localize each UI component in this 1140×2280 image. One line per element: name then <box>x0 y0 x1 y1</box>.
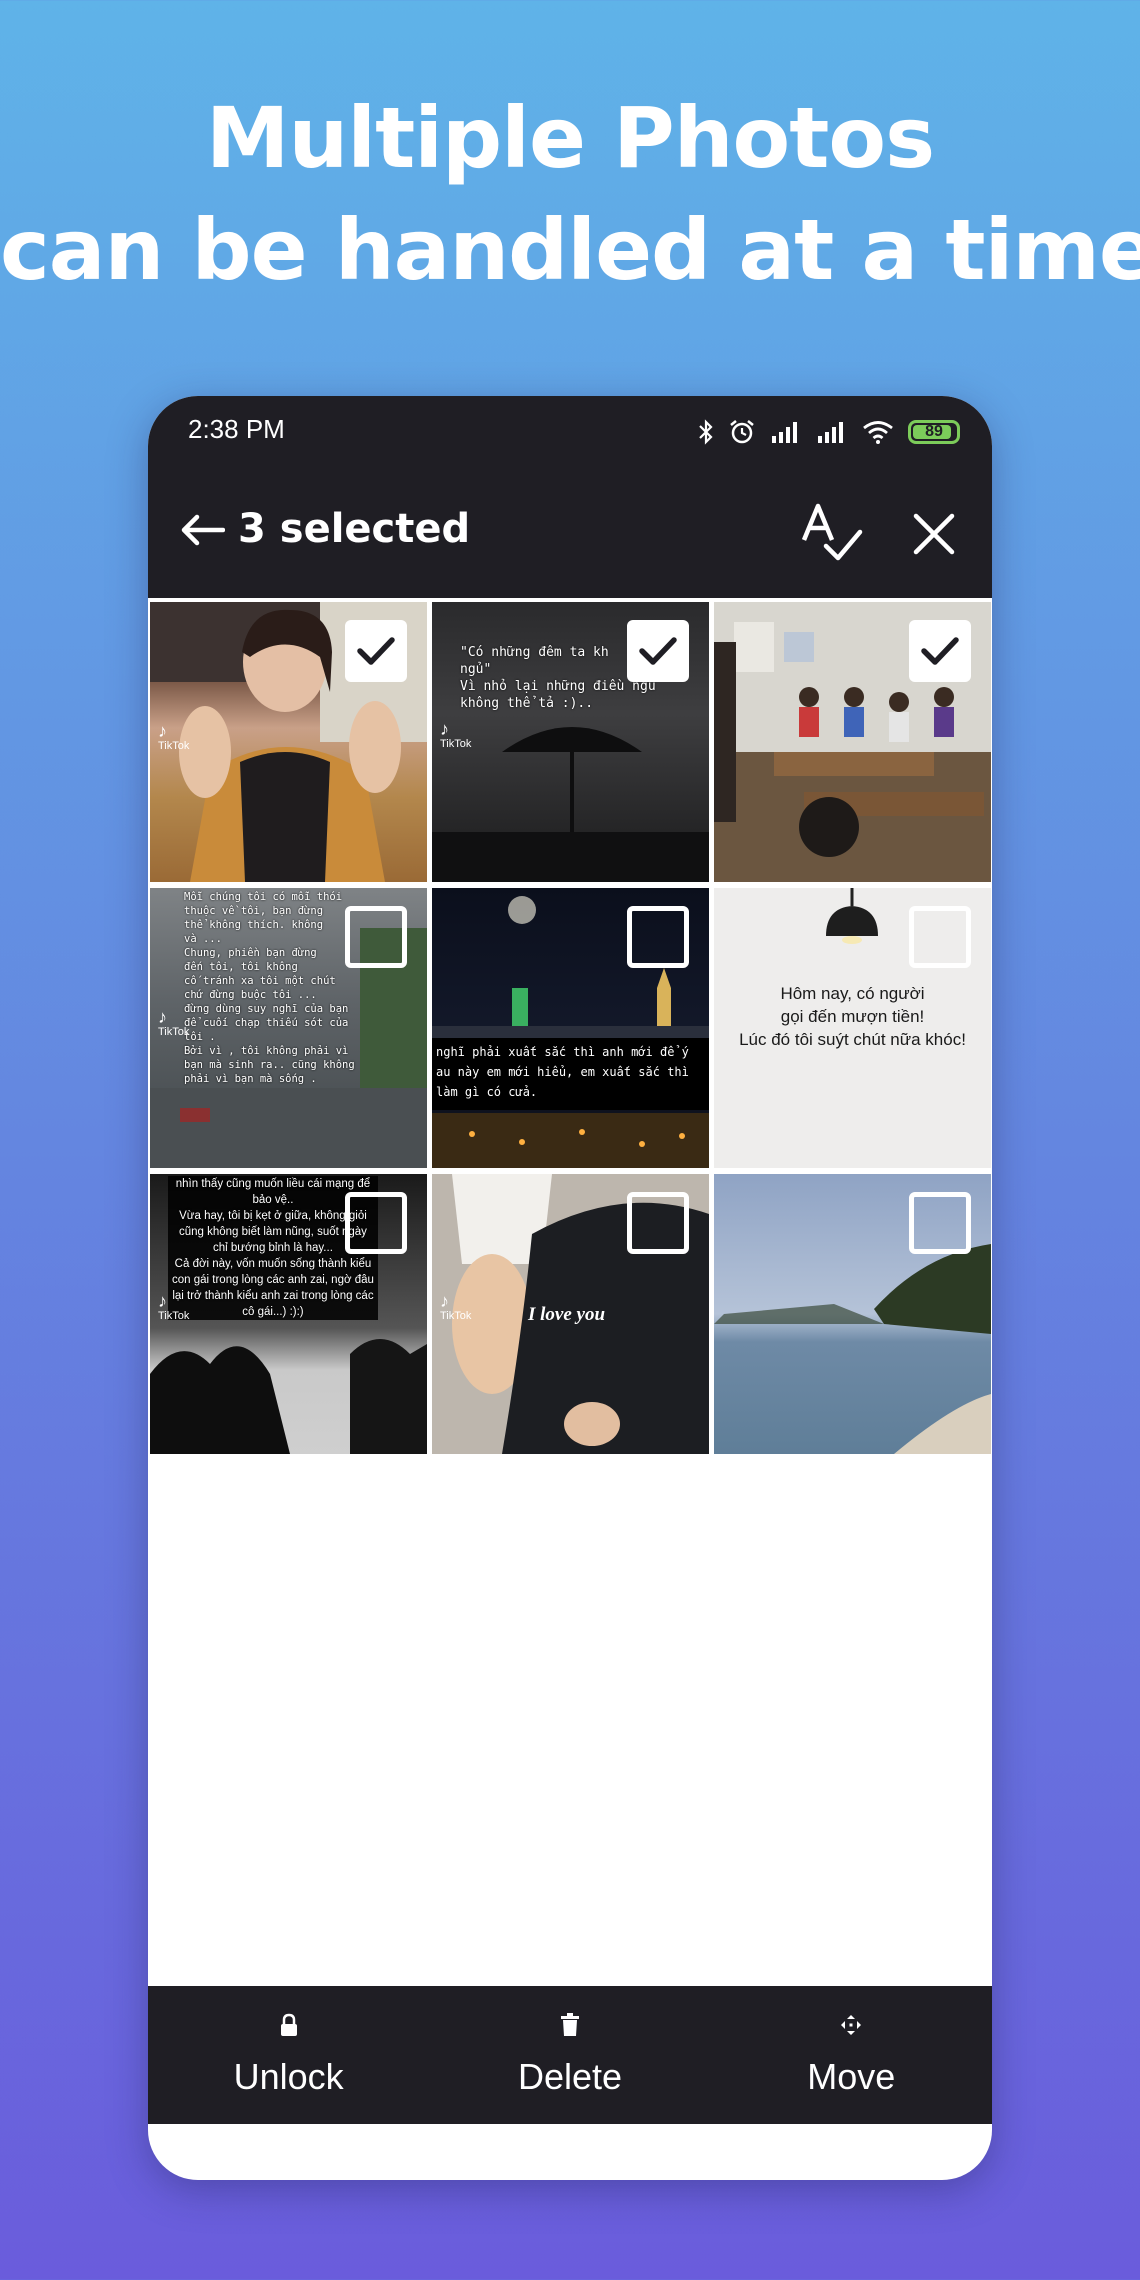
photo-checkbox[interactable] <box>627 906 689 968</box>
tiktok-watermark: ♪ TikTok <box>158 1007 190 1038</box>
back-button[interactable] <box>176 504 228 556</box>
back-arrow-icon <box>181 514 225 546</box>
photo-caption: I love you <box>528 1304 606 1325</box>
tiktok-watermark: ♪ TikTok <box>158 1291 190 1322</box>
alarm-icon <box>730 420 754 444</box>
select-all-button[interactable] <box>796 498 866 568</box>
photo-checkbox[interactable] <box>345 620 407 682</box>
photo-checkbox[interactable] <box>627 1192 689 1254</box>
status-time: 2:38 PM <box>188 414 285 444</box>
move-label: Move <box>807 2056 896 2097</box>
photo-tile[interactable]: Hôm nay, có người gọi đến mượn tiền! Lúc… <box>714 888 991 1168</box>
photo-tile[interactable]: I love you ♪ TikTok <box>432 1174 709 1454</box>
photo-checkbox[interactable] <box>909 1192 971 1254</box>
photo-checkbox[interactable] <box>345 906 407 968</box>
photo-tile[interactable]: nhìn thấy cũng muốn liều cái mạng để bảo… <box>150 1174 427 1454</box>
unlock-button[interactable]: Unlock <box>148 1986 429 2124</box>
tiktok-watermark: ♪ TikTok <box>440 719 472 750</box>
delete-button[interactable]: Delete <box>429 1986 710 2124</box>
photo-tile[interactable]: Mỗi chúng tôi có mỗi thói thuộc về tôi, … <box>150 888 427 1168</box>
tiktok-icon: ♪ <box>440 1291 449 1311</box>
tiktok-icon: ♪ <box>158 1007 167 1027</box>
checkmark-icon <box>357 637 395 665</box>
photo-tile[interactable] <box>714 1174 991 1454</box>
lock-icon <box>280 2013 297 2036</box>
signal-icon <box>818 422 843 443</box>
unlock-label: Unlock <box>233 2056 344 2097</box>
delete-label: Delete <box>517 2056 623 2097</box>
photo-checkbox[interactable] <box>909 906 971 968</box>
status-icons: 89 <box>698 416 960 448</box>
photo-caption: Hôm nay, có người gọi đến mượn tiền! Lúc… <box>739 984 966 1049</box>
checkmark-icon <box>921 637 959 665</box>
selection-count-title: 3 selected <box>238 506 471 552</box>
trash-icon <box>560 2013 579 2036</box>
photo-checkbox[interactable] <box>909 620 971 682</box>
tiktok-watermark: ♪ TikTok <box>158 721 190 752</box>
photo-tile[interactable]: "Có những đêm ta kh ngủ" Vì nhỏ lại nhữn… <box>432 602 709 882</box>
phone-frame: 2:38 PM 89 3 selected ♪ TikTok "Có những… <box>148 396 992 2180</box>
tiktok-icon: ♪ <box>158 1291 167 1311</box>
battery-icon: 89 <box>908 420 960 444</box>
close-selection-button[interactable] <box>904 504 964 564</box>
tiktok-icon: ♪ <box>158 721 167 741</box>
move-button[interactable]: Move <box>711 1986 992 2124</box>
bluetooth-icon <box>699 419 713 445</box>
photo-caption: nghĩ phải xuất sắc thì anh mới để ý au n… <box>436 1045 689 1099</box>
photo-tile[interactable] <box>714 602 991 882</box>
status-bar: 2:38 PM 89 <box>148 396 992 472</box>
photo-caption: Mỗi chúng tôi có mỗi thói thuộc về tôi, … <box>184 891 355 1085</box>
wifi-icon <box>863 421 893 444</box>
headline-line-2: can be handled at a time <box>0 201 1140 299</box>
photo-checkbox[interactable] <box>627 620 689 682</box>
close-icon <box>913 513 955 555</box>
selection-toolbar: 3 selected <box>148 472 992 598</box>
tiktok-icon: ♪ <box>440 719 449 739</box>
tiktok-watermark: ♪ TikTok <box>440 1291 472 1322</box>
photo-checkbox[interactable] <box>345 1192 407 1254</box>
headline: Multiple Photos can be handled at a time <box>0 82 1140 306</box>
battery-percent: 89 <box>925 423 943 440</box>
spellcheck-select-all-icon <box>801 503 863 561</box>
photo-tile[interactable]: nghĩ phải xuất sắc thì anh mới để ý au n… <box>432 888 709 1168</box>
signal-icon <box>772 422 797 443</box>
photo-tile[interactable]: ♪ TikTok <box>150 602 427 882</box>
bottom-action-bar: Unlock Delete Move <box>148 1986 992 2124</box>
checkmark-icon <box>639 637 677 665</box>
headline-line-1: Multiple Photos <box>205 89 935 187</box>
move-icon <box>841 2015 862 2035</box>
